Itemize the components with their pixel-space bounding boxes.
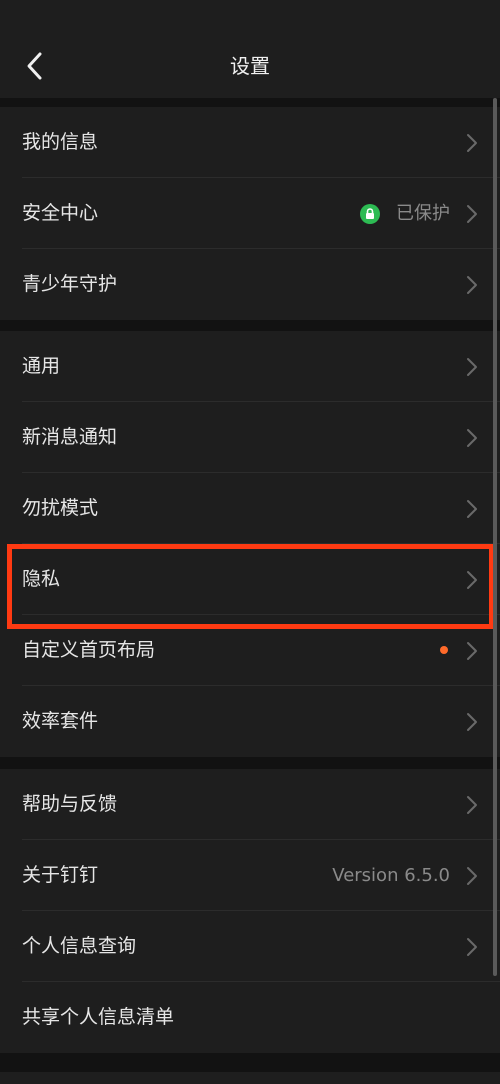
chevron-right-icon (466, 275, 478, 295)
settings-item-personal-info-query[interactable]: 个人信息查询 (0, 911, 500, 982)
chevron-right-icon (466, 795, 478, 815)
title-bar: 设置 (0, 0, 500, 98)
next-group-edge (0, 1072, 500, 1084)
settings-item-label: 隐私 (22, 568, 61, 590)
settings-item-label: 关于钉钉 (22, 864, 99, 886)
lock-icon (360, 204, 380, 224)
settings-group-account: 我的信息 安全中心 已保护 青少年守护 (0, 107, 500, 320)
settings-group-general: 通用 新消息通知 勿扰模式 隐私 自定义首页布局 效率套件 (0, 331, 500, 757)
chevron-right-icon (466, 204, 478, 224)
version-text: Version 6.5.0 (332, 865, 450, 886)
settings-item-label: 帮助与反馈 (22, 793, 118, 815)
settings-item-do-not-disturb[interactable]: 勿扰模式 (0, 473, 500, 544)
page-title: 设置 (230, 54, 270, 78)
settings-item-general[interactable]: 通用 (0, 331, 500, 402)
settings-item-label: 效率套件 (22, 710, 99, 732)
settings-item-shared-info-list[interactable]: 共享个人信息清单 (0, 982, 500, 1053)
security-status-text: 已保护 (396, 203, 450, 224)
chevron-right-icon (466, 570, 478, 590)
settings-item-label: 勿扰模式 (22, 497, 99, 519)
settings-item-help-feedback[interactable]: 帮助与反馈 (0, 769, 500, 840)
settings-item-label: 通用 (22, 355, 61, 377)
chevron-right-icon (466, 641, 478, 661)
chevron-right-icon (466, 357, 478, 377)
settings-item-my-info[interactable]: 我的信息 (0, 107, 500, 178)
settings-item-notifications[interactable]: 新消息通知 (0, 402, 500, 473)
settings-group-about: 帮助与反馈 关于钉钉 Version 6.5.0 个人信息查询 共享个人信息清单 (0, 769, 500, 1053)
chevron-right-icon (466, 499, 478, 519)
settings-item-custom-home-layout[interactable]: 自定义首页布局 (0, 615, 500, 686)
settings-item-label: 安全中心 (22, 202, 99, 224)
settings-item-label: 青少年守护 (22, 273, 118, 295)
chevron-right-icon (466, 428, 478, 448)
settings-item-privacy[interactable]: 隐私 (0, 544, 500, 615)
chevron-right-icon (466, 937, 478, 957)
settings-item-label: 自定义首页布局 (22, 639, 156, 661)
settings-item-label: 我的信息 (22, 131, 99, 153)
new-badge-dot (440, 646, 448, 654)
settings-item-label: 新消息通知 (22, 426, 118, 448)
settings-item-efficiency-suite[interactable]: 效率套件 (0, 686, 500, 757)
settings-item-about-dingtalk[interactable]: 关于钉钉 Version 6.5.0 (0, 840, 500, 911)
settings-item-label: 个人信息查询 (22, 935, 137, 957)
chevron-right-icon (466, 866, 478, 886)
settings-item-label: 共享个人信息清单 (22, 1006, 175, 1028)
settings-item-security-center[interactable]: 安全中心 已保护 (0, 178, 500, 249)
chevron-right-icon (466, 712, 478, 732)
settings-item-youth-protection[interactable]: 青少年守护 (0, 249, 500, 320)
scrollbar[interactable] (493, 98, 497, 976)
chevron-right-icon (466, 133, 478, 153)
